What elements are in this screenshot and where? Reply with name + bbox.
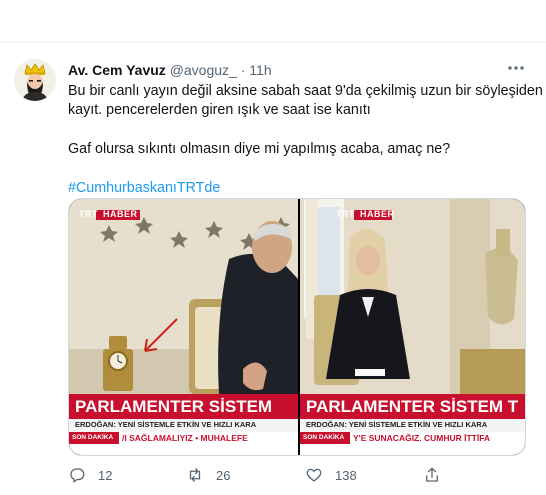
tweet-actions: 12 26 138 (68, 466, 524, 486)
ticker-text-right: Y'E SUNACAĞIZ. CUMHUR İTTİFA (353, 433, 491, 443)
reply-icon (70, 468, 85, 484)
trt-logo-badge: HABER (103, 209, 138, 219)
author-avatar[interactable] (14, 59, 56, 101)
media-image-right[interactable]: TRT HABER PARLAMENTER SİSTEM T ERDOĞAN: … (300, 199, 525, 455)
share-icon (426, 467, 438, 482)
news-banner-title-right: PARLAMENTER SİSTEM T (306, 397, 519, 416)
top-divider (0, 42, 546, 43)
separator-dot: · (240, 62, 246, 78)
reply-count: 12 (98, 467, 113, 483)
trt-logo-right: TRT HABER (336, 209, 397, 219)
tweet-text-line: kayıt. pencerelerden giren ışık ve saat … (68, 102, 371, 118)
more-options-button[interactable] (506, 58, 526, 78)
tweet-time[interactable]: 11h (249, 62, 271, 78)
trt-logo-left: TRT HABER (79, 209, 140, 219)
retweet-button[interactable]: 26 (186, 466, 230, 484)
news-banner-subtitle-right: ERDOĞAN: YENİ SİSTEMLE ETKİN VE HIZLI KA… (306, 420, 488, 429)
hashtag-link[interactable]: #CumhurbaskanıTRTde (68, 179, 523, 198)
retweet-icon (189, 468, 201, 482)
news-banner-title-left: PARLAMENTER SİSTEM (75, 397, 273, 416)
avatar-illustration (14, 59, 56, 101)
tweet-text-line: Bu bir canlı yayın değil aksine sabah sa… (68, 83, 543, 99)
trt-logo-prefix: TRT (79, 209, 98, 219)
media-image-left[interactable]: TRT HABER PARLAMENTER SİSTEM ERDOĞAN: YE… (69, 199, 298, 455)
author-name[interactable]: Av. Cem Yavuz (68, 62, 166, 78)
news-banner-subtitle-left: ERDOĞAN: YENİ SİSTEMLE ETKİN VE HIZLI KA… (75, 420, 257, 429)
share-button[interactable] (423, 466, 441, 484)
more-icon (508, 66, 524, 70)
tweet-text: Bu bir canlı yayın değil aksine sabah sa… (68, 82, 543, 198)
ticker-text-left: /I SAĞLAMALIYIZ • MUHALEFE (122, 433, 248, 443)
retweet-count: 26 (216, 467, 231, 483)
author-handle[interactable]: @avoguz_ (170, 62, 237, 78)
breaking-badge-left: SON DAKİKA (72, 434, 114, 441)
tweet-header: Av. Cem Yavuz @avoguz_ · 11h (68, 62, 272, 78)
trt-logo-badge: HABER (360, 209, 395, 219)
breaking-badge-right: SON DAKİKA (303, 434, 345, 441)
like-count: 138 (335, 467, 357, 483)
heart-icon (306, 468, 322, 482)
tweet-media[interactable]: TRT HABER PARLAMENTER SİSTEM ERDOĞAN: YE… (68, 198, 526, 456)
like-button[interactable]: 138 (305, 466, 357, 484)
tweet-text-line: Gaf olursa sıkıntı olmasın diye mi yapıl… (68, 141, 451, 157)
trt-logo-prefix: TRT (336, 209, 355, 219)
reply-button[interactable]: 12 (68, 466, 112, 484)
